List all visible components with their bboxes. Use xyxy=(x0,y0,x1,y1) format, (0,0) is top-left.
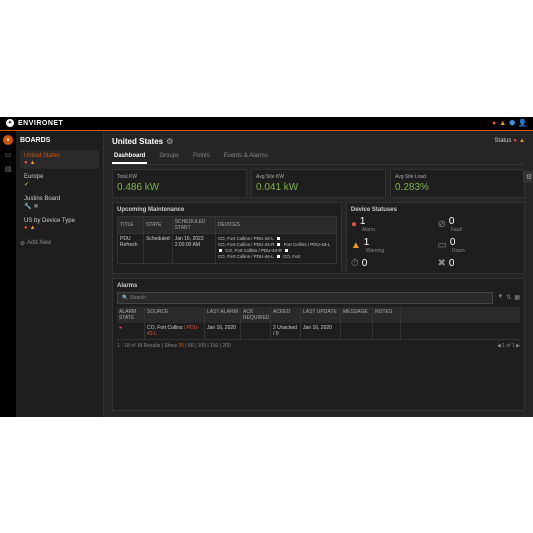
tab-dashboard[interactable]: Dashboard xyxy=(112,150,147,164)
ok-icon: ✔ xyxy=(24,181,29,188)
status-warning[interactable]: ▲1Warning xyxy=(351,237,434,254)
wrench-icon: 🔧 xyxy=(24,203,31,210)
topbar-status-icons: ● ▲ ⬢ 👤 xyxy=(492,119,527,127)
sidebar-item-europe[interactable]: Europe ✔ xyxy=(20,171,99,191)
alarm-icon: ● xyxy=(24,225,28,231)
maintenance-table: TITLESTATESCHEDULED STARTDEVICES PDU Ref… xyxy=(117,216,337,264)
status-down[interactable]: ▭0Down xyxy=(437,237,520,254)
rail-chart-icon[interactable]: ▤ xyxy=(5,165,12,173)
sidebar-add-new[interactable]: ⊕Add New xyxy=(20,240,99,247)
warning-icon: ▲ xyxy=(30,225,36,231)
main-content: ⚙ United States⚙ Status●▲ Dashboard Grou… xyxy=(104,131,533,417)
alarm-icon: ● xyxy=(351,219,357,230)
warning-icon: ▲ xyxy=(30,160,36,166)
brand-name: ENVIRONET xyxy=(18,120,63,127)
wrench-icon: ✖ xyxy=(437,258,445,269)
settings-gear-button[interactable]: ⚙ xyxy=(523,171,533,183)
filter-icon[interactable]: ▼ xyxy=(497,294,503,301)
status-maint[interactable]: ⏱0 xyxy=(351,258,434,269)
kpi-avg-site-kw: Avg Site KW0.041 kW xyxy=(251,169,386,198)
tab-points[interactable]: Points xyxy=(191,150,212,164)
rail-clipboard-icon[interactable]: ▭ xyxy=(5,151,12,159)
tab-groups[interactable]: Groups xyxy=(157,150,181,164)
plus-icon: ⊕ xyxy=(20,240,25,247)
alarm-icon: ● xyxy=(24,160,28,166)
logo-icon: ✦ xyxy=(6,119,14,127)
upcoming-maintenance-panel: Upcoming Maintenance TITLESTATESCHEDULED… xyxy=(112,202,342,274)
warning-icon[interactable]: ▲ xyxy=(499,120,506,127)
sidebar-title: BOARDS xyxy=(20,137,99,144)
search-input[interactable]: 🔍Search xyxy=(117,292,493,304)
info-icon[interactable]: ⬢ xyxy=(509,119,515,127)
alarm-icon: ● xyxy=(119,325,122,331)
warning-icon: ▲ xyxy=(519,138,525,144)
kpi-total-kw: Total KW0.486 kW xyxy=(112,169,247,198)
pager: 1 - 18 of 18 Results | Show 25 | 50 | 10… xyxy=(117,343,520,349)
tabs: Dashboard Groups Points Events & Alarms xyxy=(112,150,525,165)
sidebar-item-united-states[interactable]: United States ●▲ xyxy=(20,150,99,169)
alarms-panel: Alarms 🔍Search ▼ ⇅ ▦ ALARM STATESOURCELA… xyxy=(112,278,525,411)
table-row[interactable]: PDU Refresh Scheduled Jan 16, 2022 2:00:… xyxy=(118,233,337,263)
left-rail: ● ▭ ▤ xyxy=(0,131,16,417)
status-fault[interactable]: ⊘0Fault xyxy=(437,216,520,233)
alarm-icon[interactable]: ● xyxy=(492,120,496,127)
status-wrench[interactable]: ✖0 xyxy=(437,258,520,269)
status-indicator: Status●▲ xyxy=(494,138,525,144)
sidebar-item-us-by-device-type[interactable]: US by Device Type ●▲ xyxy=(20,215,99,234)
down-icon: ▭ xyxy=(437,240,446,251)
kpi-row: Total KW0.486 kW Avg Site KW0.041 kW Avg… xyxy=(112,169,525,198)
fault-icon: ⊘ xyxy=(437,219,445,230)
device-statuses-panel: Device Statuses ●1Alarm ⊘0Fault ▲1Warnin… xyxy=(346,202,525,274)
rail-alert-badge[interactable]: ● xyxy=(3,135,13,145)
sidebar-item-justins-board[interactable]: Justins Board 🔧✖ xyxy=(20,193,99,213)
cross-icon: ✖ xyxy=(33,203,38,210)
sort-icon[interactable]: ⇅ xyxy=(506,294,511,301)
device-links[interactable]: CO, Fort Collins / PDU-42-L CO, Fort Col… xyxy=(215,233,336,263)
topbar: ✦ ENVIRONET ● ▲ ⬢ 👤 xyxy=(0,117,533,131)
warning-icon: ▲ xyxy=(351,240,361,251)
maintenance-icon: ⏱ xyxy=(351,258,359,269)
page-title: United States⚙ xyxy=(112,137,173,146)
alarm-icon: ● xyxy=(513,138,517,144)
prev-page-icon[interactable]: ◀ xyxy=(497,343,501,349)
status-alarm[interactable]: ●1Alarm xyxy=(351,216,434,233)
next-page-icon[interactable]: ▶ xyxy=(516,343,520,349)
user-icon[interactable]: 👤 xyxy=(518,119,527,127)
tab-events-alarms[interactable]: Events & Alarms xyxy=(222,150,270,164)
kpi-avg-site-load: Avg Site Load0.283% xyxy=(390,169,525,198)
table-row[interactable]: ● CO, Fort Collins / PDU-43-L Jan 16, 20… xyxy=(117,323,520,340)
app-window: ✦ ENVIRONET ● ▲ ⬢ 👤 ● ▭ ▤ BOARDS United … xyxy=(0,117,533,417)
columns-icon[interactable]: ▦ xyxy=(514,294,520,301)
search-icon: 🔍 xyxy=(122,295,128,301)
sidebar: BOARDS United States ●▲ Europe ✔ Justins… xyxy=(16,131,104,417)
settings-icon[interactable]: ⚙ xyxy=(166,137,173,146)
alarms-table-header: ALARM STATESOURCELAST ALARMACK REQUIREDA… xyxy=(117,307,520,323)
